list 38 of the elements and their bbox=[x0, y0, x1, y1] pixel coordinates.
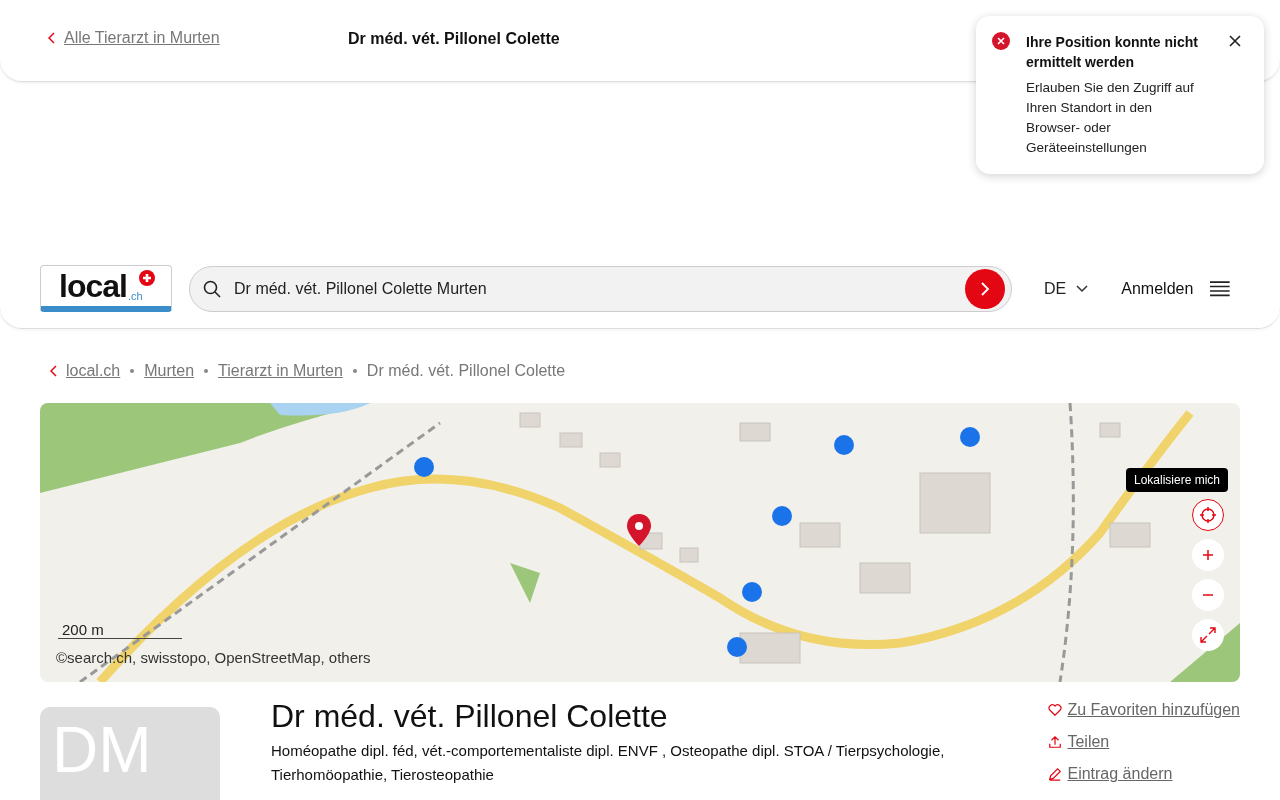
breadcrumb-link[interactable]: Tierarzt in Murten bbox=[218, 362, 343, 380]
toast-message: Erlauben Sie den Zugriff auf Ihren Standort in den Browser- oder Geräteeinstellungen bbox=[1026, 79, 1195, 157]
heart-icon bbox=[1048, 703, 1063, 717]
swiss-cross-icon bbox=[139, 270, 155, 286]
entry-name: Dr méd. vét. Pillonel Colette bbox=[271, 699, 669, 733]
breadcrumb-link[interactable]: Murten bbox=[144, 362, 195, 380]
action-link[interactable]: Teilen bbox=[1048, 733, 1240, 751]
close-icon[interactable] bbox=[1228, 34, 1242, 48]
page-title: Dr méd. vét. Pillonel Colette bbox=[348, 29, 560, 48]
map-scale: 200 m bbox=[58, 621, 182, 639]
back-link[interactable]: Alle Tierarzt in Murten bbox=[48, 28, 348, 47]
chevron-left-icon bbox=[48, 31, 56, 44]
search-icon bbox=[202, 278, 223, 299]
error-icon bbox=[992, 32, 1010, 50]
crosshair-icon bbox=[1199, 506, 1217, 524]
separator-dot bbox=[352, 369, 357, 373]
search-field[interactable]: Dr méd. vét. Pillonel Colette Murten bbox=[189, 265, 1013, 312]
toast-title: Ihre Position konnte nicht ermittelt werden bbox=[1026, 33, 1199, 72]
pencil-icon bbox=[1048, 767, 1063, 781]
breadcrumb-link[interactable]: local.ch bbox=[66, 362, 121, 380]
login-link[interactable]: Anmelden bbox=[1121, 279, 1194, 298]
action-link[interactable]: Eintrag ändern bbox=[1048, 765, 1240, 783]
breadcrumb-current: Dr méd. vét. Pillonel Colette bbox=[366, 362, 566, 380]
separator-dot bbox=[130, 369, 135, 373]
separator-dot bbox=[204, 369, 209, 373]
language-select[interactable]: DE bbox=[1044, 279, 1089, 298]
expand-icon bbox=[1199, 626, 1217, 644]
tooltip: Lokalisiere mich bbox=[1126, 468, 1229, 492]
action-link[interactable]: Zu Favoriten hinzufügen bbox=[1048, 701, 1240, 719]
search-input[interactable]: Dr méd. vét. Pillonel Colette Murten bbox=[232, 278, 956, 299]
chevron-left-icon bbox=[50, 365, 58, 377]
logo[interactable]: local.ch bbox=[40, 265, 173, 312]
menu-icon[interactable] bbox=[1210, 280, 1230, 297]
plus-icon bbox=[1202, 549, 1214, 561]
entry-categories: Homéopathe dipl. féd, vét.-comportementaliste dipl. ENVF , Osteopathe dipl. STOA / Tierpsychologie, Tierhomöopathie, Tierosteopathie bbox=[271, 741, 946, 785]
chevron-down-icon bbox=[1076, 284, 1089, 293]
share-icon bbox=[1048, 735, 1063, 749]
search-button[interactable] bbox=[965, 268, 1006, 309]
